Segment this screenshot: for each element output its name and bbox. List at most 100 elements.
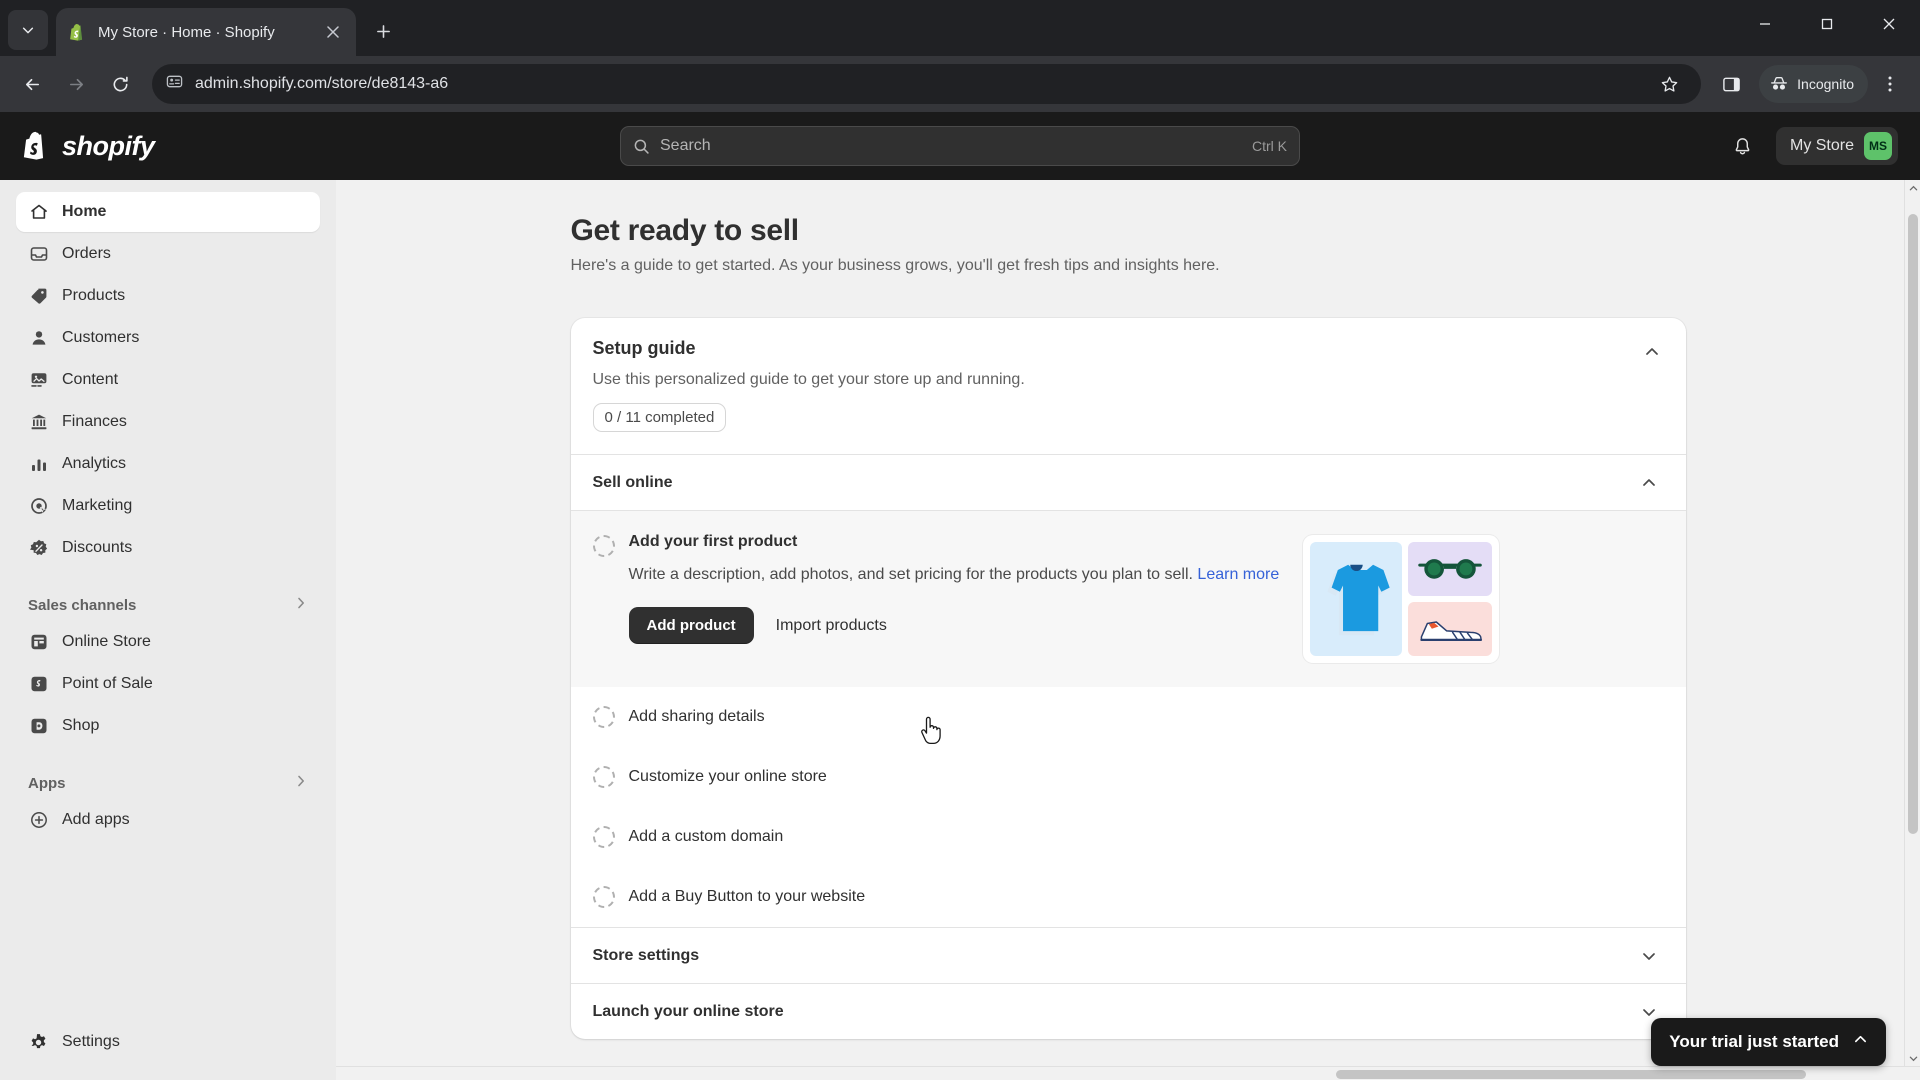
sidebar-item-point-of-sale[interactable]: Point of Sale (16, 664, 320, 704)
sidebar-item-label: Finances (62, 413, 127, 430)
browser-menu-icon[interactable] (1872, 66, 1908, 102)
sidebar-item-label: Analytics (62, 455, 127, 472)
group-header-launch-your-online-store[interactable]: Launch your online store (570, 983, 1686, 1039)
task-add-a-custom-domain[interactable]: Add a custom domain (570, 807, 1686, 867)
sidebar-item-label: Add apps (62, 811, 130, 828)
address-bar-url: admin.shopify.com/store/de8143-a6 (195, 75, 449, 92)
shopify-logo[interactable]: shopify (22, 130, 322, 163)
setup-guide-card: Setup guide Use this personalized guide … (570, 318, 1686, 1039)
browser-tabstrip: My Store · Home · Shopify (0, 0, 1920, 56)
sidebar-item-orders[interactable]: Orders (16, 234, 320, 274)
scrollbar-thumb[interactable] (1908, 214, 1918, 834)
arrow-right-icon (69, 78, 83, 90)
address-bar[interactable]: admin.shopify.com/store/de8143-a6 (152, 64, 1702, 104)
home-icon (28, 202, 49, 223)
sidebar-section-label: Sales channels (28, 596, 137, 614)
tab-search-button[interactable] (8, 10, 48, 50)
scroll-down-arrow-icon[interactable] (1905, 1050, 1920, 1066)
import-products-button[interactable]: Import products (766, 607, 897, 645)
add-product-button[interactable]: Add product (628, 607, 754, 645)
sidebar: Home Orders Products Customers Content F… (0, 180, 336, 1080)
sidebar-item-customers[interactable]: Customers (16, 318, 320, 358)
topbar-right: My Store MS (1598, 127, 1898, 165)
content-image-icon (28, 370, 49, 391)
shopify-wordmark: shopify (62, 130, 155, 161)
sidebar-item-label: Online Store (62, 633, 151, 650)
sidebar-item-discounts[interactable]: Discounts (16, 528, 320, 568)
task-customize-your-online-store[interactable]: Customize your online store (570, 747, 1686, 807)
sidebar-item-label: Discounts (62, 539, 133, 556)
sidebar-item-settings[interactable]: Settings (16, 1022, 320, 1062)
browser-tab[interactable]: My Store · Home · Shopify (56, 8, 356, 56)
forward-button[interactable] (56, 64, 96, 104)
task-description-text: Write a description, add photos, and set… (628, 566, 1198, 583)
setup-guide-title: Setup guide (592, 338, 696, 358)
reload-button[interactable] (100, 64, 140, 104)
bookmark-star-icon[interactable] (1651, 66, 1687, 102)
window-minimize-button[interactable] (1734, 0, 1796, 48)
shop-icon (28, 716, 49, 737)
sidebar-item-marketing[interactable]: Marketing (16, 486, 320, 526)
point-of-sale-icon (28, 674, 49, 695)
task-add-your-first-product[interactable]: Add your first product Write a descripti… (570, 510, 1686, 687)
vertical-scrollbar[interactable] (1904, 180, 1920, 1080)
learn-more-link[interactable]: Learn more (1197, 566, 1279, 583)
task-status-circle-icon[interactable] (592, 535, 615, 557)
search-icon (634, 139, 649, 154)
reload-icon (113, 76, 128, 91)
trial-banner[interactable]: Your trial just started (1651, 1018, 1886, 1066)
plus-circle-icon (28, 810, 49, 831)
horizontal-scrollbar[interactable] (336, 1066, 1920, 1080)
sunglasses-illustration (1408, 542, 1492, 596)
task-status-circle-icon[interactable] (592, 706, 615, 728)
sidebar-section-apps[interactable]: Apps (16, 766, 320, 800)
chevron-up-icon (1853, 1032, 1868, 1052)
store-account-button[interactable]: My Store MS (1775, 127, 1898, 165)
browser-window: My Store · Home · Shopify admin.shopify.… (0, 0, 1920, 1080)
task-add-a-buy-button[interactable]: Add a Buy Button to your website (570, 867, 1686, 927)
chevron-right-icon (294, 596, 308, 614)
chevron-up-icon (1645, 348, 1658, 355)
horizontal-scrollbar-thumb[interactable] (1336, 1070, 1806, 1079)
incognito-indicator[interactable]: Incognito (1759, 65, 1868, 103)
sidebar-item-shop[interactable]: Shop (16, 706, 320, 746)
task-button-row: Add product Import products (628, 607, 1289, 645)
sidebar-item-home[interactable]: Home (16, 192, 320, 232)
task-status-circle-icon[interactable] (592, 826, 615, 848)
group-header-sell-online[interactable]: Sell online (570, 454, 1686, 510)
chevron-up-icon (1634, 468, 1664, 498)
store-name-label: My Store (1789, 137, 1854, 154)
sidebar-section-sales-channels[interactable]: Sales channels (16, 588, 320, 622)
sidebar-item-label: Marketing (62, 497, 133, 514)
group-header-store-settings[interactable]: Store settings (570, 927, 1686, 983)
side-panel-icon[interactable] (1713, 66, 1749, 102)
sidebar-item-finances[interactable]: Finances (16, 402, 320, 442)
window-close-button[interactable] (1858, 0, 1920, 48)
task-status-circle-icon[interactable] (592, 886, 615, 908)
sidebar-item-products[interactable]: Products (16, 276, 320, 316)
shopify-topbar: shopify Search Ctrl K My Store MS (0, 112, 1920, 180)
task-status-circle-icon[interactable] (592, 766, 615, 788)
setup-guide-collapse-button[interactable] (1636, 336, 1668, 368)
sidebar-item-add-apps[interactable]: Add apps (16, 800, 320, 840)
search-placeholder: Search (660, 137, 711, 154)
notifications-button[interactable] (1724, 127, 1762, 165)
site-info-icon[interactable] (166, 73, 183, 95)
bell-icon (1736, 137, 1750, 154)
sidebar-item-content[interactable]: Content (16, 360, 320, 400)
sidebar-item-analytics[interactable]: Analytics (16, 444, 320, 484)
scroll-up-arrow-icon[interactable] (1905, 180, 1920, 196)
search-input[interactable]: Search Ctrl K (620, 126, 1300, 166)
main-content: Get ready to sell Here's a guide to get … (336, 180, 1920, 1080)
app-body: Home Orders Products Customers Content F… (0, 180, 1920, 1080)
search-shortcut: Ctrl K (1252, 138, 1287, 154)
window-maximize-button[interactable] (1796, 0, 1858, 48)
new-tab-button[interactable] (366, 14, 400, 48)
page-subtitle: Here's a guide to get started. As your b… (570, 257, 1220, 274)
sidebar-item-label: Settings (62, 1033, 120, 1050)
task-add-sharing-details[interactable]: Add sharing details (570, 687, 1686, 747)
tab-close-icon[interactable] (322, 21, 344, 43)
back-button[interactable] (12, 64, 52, 104)
sidebar-item-online-store[interactable]: Online Store (16, 622, 320, 662)
